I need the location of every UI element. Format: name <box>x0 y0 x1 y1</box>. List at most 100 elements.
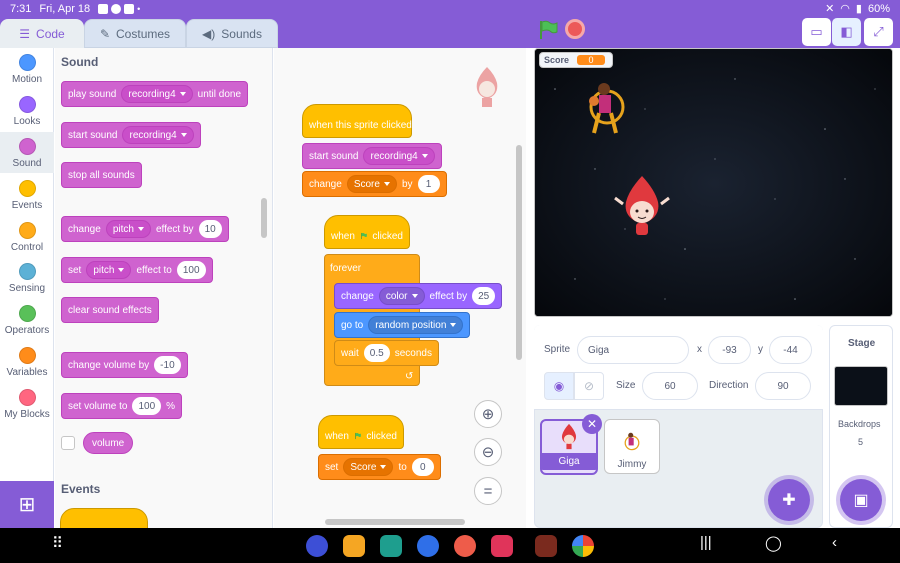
block-set-variable[interactable]: set Score to 0 <box>318 454 441 480</box>
normal-stage-button[interactable]: ◧ <box>832 18 861 46</box>
category-events[interactable]: Events <box>0 174 54 215</box>
choose-backdrop-button[interactable]: ▣ <box>840 479 882 521</box>
fullscreen-button[interactable]: ⤢ <box>864 18 893 46</box>
block-change-variable[interactable]: change Score by 1 <box>302 171 447 197</box>
sound-dropdown[interactable]: recording4 <box>122 126 194 144</box>
effect-dropdown[interactable]: pitch <box>105 220 151 238</box>
files-app-icon[interactable] <box>343 535 365 557</box>
category-variables[interactable]: Variables <box>0 341 54 382</box>
tab-sounds[interactable]: ◀) Sounds <box>186 19 278 48</box>
sprite-name-input[interactable]: Giga <box>577 336 689 364</box>
size-value: 60 <box>664 380 676 392</box>
browser-app-icon[interactable] <box>306 535 328 557</box>
score-monitor[interactable]: Score 0 <box>539 52 613 68</box>
tab-code-label: Code <box>36 26 65 41</box>
home-icon[interactable]: ◯ <box>765 534 782 552</box>
variables-dot-icon <box>18 347 36 364</box>
recents-icon[interactable]: ||| <box>700 534 712 551</box>
cat-plus-icon: ✚ <box>782 492 796 509</box>
effect-dropdown[interactable]: color <box>378 287 425 305</box>
block-text: play sound <box>68 88 117 100</box>
sprite-giga[interactable] <box>613 174 671 244</box>
number-input[interactable]: -10 <box>154 356 181 374</box>
block-play-sound-until-done[interactable]: play sound recording4 until done <box>61 81 249 107</box>
palette-heading-events: Events <box>61 482 101 496</box>
green-flag-icon[interactable] <box>537 19 559 41</box>
block-wait[interactable]: wait 0.5 seconds <box>334 340 439 366</box>
category-looks[interactable]: Looks <box>0 90 54 131</box>
block-when-flag-clicked[interactable]: when clicked <box>318 415 404 449</box>
delete-sprite-button[interactable]: ✕ <box>582 414 602 434</box>
number-input[interactable]: 0 <box>411 458 434 476</box>
variable-dropdown[interactable]: Score <box>346 175 397 193</box>
effect-dropdown[interactable]: pitch <box>86 261 132 279</box>
app-drawer-icon[interactable]: ⠿ <box>52 534 63 552</box>
block-text: stop all sounds <box>68 169 135 181</box>
calendar-app-icon[interactable] <box>380 535 402 557</box>
game-app-icon[interactable] <box>535 535 557 557</box>
camera-app-icon[interactable] <box>491 535 513 557</box>
number-input[interactable]: 10 <box>198 220 222 238</box>
sprite-tile-jimmy[interactable]: Jimmy <box>604 419 660 474</box>
script-vertical-scrollbar[interactable] <box>516 145 522 360</box>
variable-dropdown[interactable]: Score <box>343 458 394 476</box>
stop-icon[interactable] <box>565 19 585 39</box>
block-set-effect[interactable]: set pitch effect to 100 <box>61 257 213 283</box>
block-change-looks-effect[interactable]: change color effect by 25 <box>334 283 503 309</box>
block-start-sound[interactable]: start sound recording4 <box>302 143 442 169</box>
block-when-flag-clicked[interactable]: when clicked <box>324 215 410 249</box>
tab-costumes[interactable]: ✎ Costumes <box>84 19 186 48</box>
block-clear-sound-effects[interactable]: clear sound effects <box>61 297 159 323</box>
block-change-volume[interactable]: change volume by -10 <box>61 352 188 378</box>
number-input[interactable]: 0.5 <box>363 344 390 362</box>
photos-app-icon[interactable] <box>572 535 594 557</box>
speaker-icon: ◀) <box>202 26 216 41</box>
tab-code[interactable]: ☰ Code <box>0 19 84 48</box>
zoom-out-button[interactable]: ⊖ <box>474 438 502 466</box>
y-input[interactable]: -44 <box>769 336 812 364</box>
sound-dropdown[interactable]: recording4 <box>121 85 193 103</box>
palette-scrollbar[interactable] <box>261 198 267 238</box>
back-icon[interactable]: ‹ <box>832 534 837 551</box>
direction-input[interactable]: 90 <box>755 372 811 400</box>
block-events-hat[interactable] <box>60 508 148 528</box>
number-input[interactable]: 100 <box>176 261 206 279</box>
eye-slash-icon: ⊘ <box>583 379 595 393</box>
number-input[interactable]: 25 <box>472 287 496 305</box>
show-sprite-toggle[interactable]: ◉ <box>544 372 574 400</box>
add-extension-button[interactable]: ⊞ <box>0 481 54 528</box>
script-horizontal-scrollbar[interactable] <box>325 519 465 525</box>
choose-sprite-button[interactable]: ✚ <box>768 479 810 521</box>
stage-canvas[interactable] <box>534 48 893 317</box>
category-sensing[interactable]: Sensing <box>0 257 54 298</box>
sprite-jimmy[interactable] <box>580 79 634 145</box>
category-control[interactable]: Control <box>0 216 54 257</box>
block-set-volume[interactable]: set volume to 100 % <box>61 393 183 419</box>
block-text: until done <box>197 88 242 100</box>
x-input[interactable]: -93 <box>708 336 751 364</box>
block-text: effect to <box>136 264 172 276</box>
category-sound[interactable]: Sound <box>0 132 54 173</box>
zoom-in-button[interactable]: ⊕ <box>474 400 502 428</box>
block-start-sound[interactable]: start sound recording4 <box>61 122 201 148</box>
block-when-sprite-clicked[interactable]: when this sprite clicked <box>302 104 412 138</box>
block-stop-all-sounds[interactable]: stop all sounds <box>61 162 142 188</box>
category-operators[interactable]: Operators <box>0 299 54 340</box>
messages-app-icon[interactable] <box>417 535 439 557</box>
size-input[interactable]: 60 <box>642 372 698 400</box>
target-dropdown[interactable]: random position <box>368 316 464 334</box>
hide-sprite-toggle[interactable]: ⊘ <box>574 372 604 400</box>
block-go-to[interactable]: go to random position <box>334 312 471 338</box>
block-volume-reporter[interactable]: volume <box>83 432 134 454</box>
block-change-effect[interactable]: change pitch effect by 10 <box>61 216 229 242</box>
number-input[interactable]: 100 <box>132 397 162 415</box>
category-my-blocks[interactable]: My Blocks <box>0 383 54 424</box>
small-stage-button[interactable]: ▭ <box>802 18 831 46</box>
contacts-app-icon[interactable] <box>454 535 476 557</box>
category-motion[interactable]: Motion <box>0 48 54 89</box>
volume-monitor-checkbox[interactable] <box>61 436 75 450</box>
zoom-reset-button[interactable]: = <box>474 477 502 505</box>
zoom-reset-icon: = <box>483 482 493 500</box>
number-input[interactable]: 1 <box>417 175 440 193</box>
sound-dropdown[interactable]: recording4 <box>363 147 435 165</box>
